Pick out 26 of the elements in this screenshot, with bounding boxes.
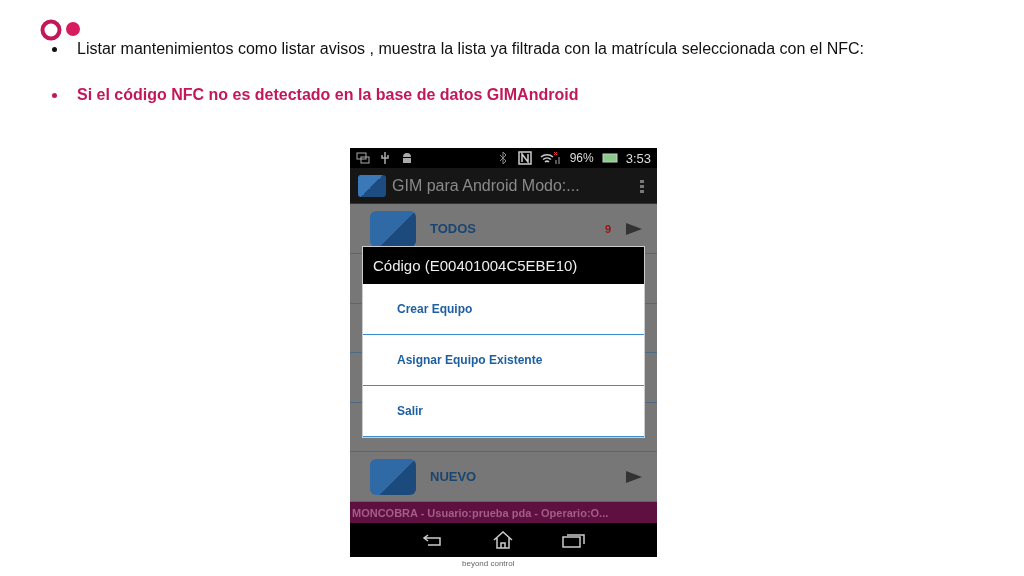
- battery-percent: 96%: [569, 151, 594, 165]
- app-title: GIM para Android Modo:...: [392, 176, 581, 195]
- battery-icon: [601, 151, 618, 165]
- logo-icon: [40, 18, 82, 42]
- usb-icon: [378, 151, 392, 165]
- play-arrow-icon: [625, 220, 643, 237]
- android-icon: [400, 151, 414, 165]
- bullet-icon: [52, 92, 57, 98]
- footer-text: beyond control: [462, 559, 515, 568]
- clock-time: 3:53: [625, 150, 651, 166]
- user-info-banner: MONCOBRA - Usuario:prueba pda - Operario:O...: [350, 502, 657, 523]
- bullet-text: Si el código NFC no es detectado en la base de datos GIMAndroid: [77, 86, 579, 104]
- list-tile-icon: [370, 458, 416, 495]
- app-logo-icon: [358, 174, 386, 197]
- bullet-text: Listar mantenimientos como listar avisos , muestra la lista ya filtrada con la matrícula seleccionada con el NFC:: [77, 40, 864, 58]
- home-icon[interactable]: [491, 531, 514, 549]
- wifi-signal-icon: [539, 151, 562, 165]
- back-icon[interactable]: [421, 533, 444, 547]
- bullet-icon: [52, 46, 57, 52]
- recent-apps-icon[interactable]: [561, 532, 586, 548]
- screen-icon: [356, 151, 370, 165]
- item-count: 9: [604, 222, 611, 235]
- nfc-icon: [517, 151, 532, 165]
- play-arrow-icon: [625, 468, 643, 485]
- list-tile-icon: [370, 210, 416, 247]
- dialog-title: Código (E00401004C5EBE10): [363, 247, 644, 284]
